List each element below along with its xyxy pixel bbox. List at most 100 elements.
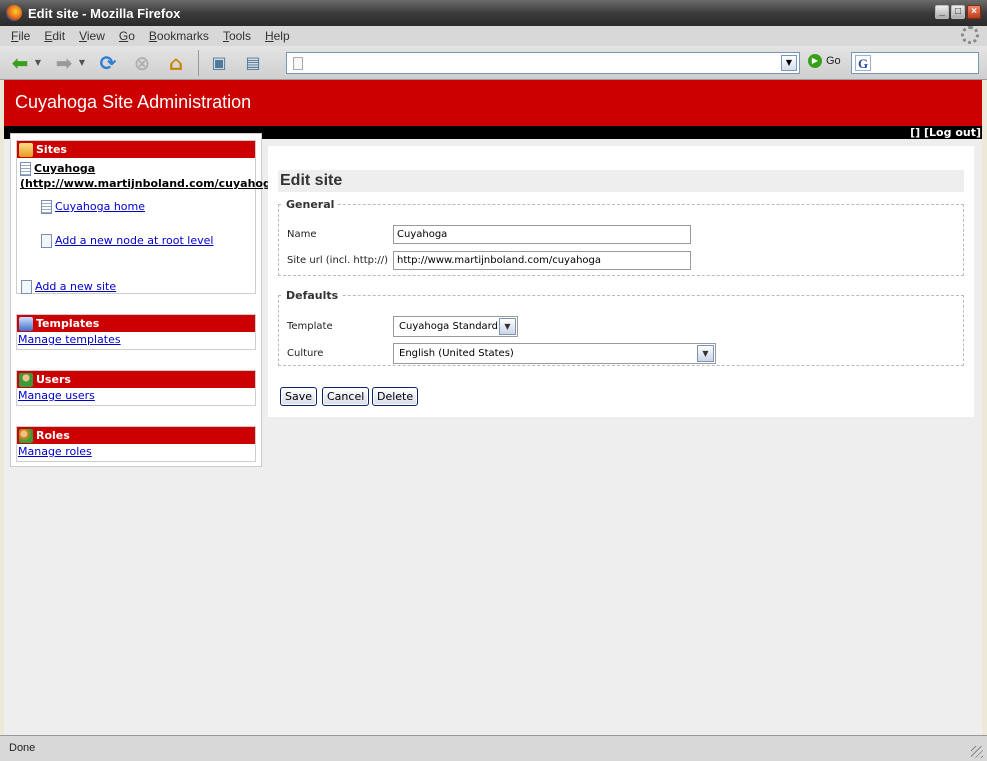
menu-bookmarks-accel: B — [148, 29, 157, 43]
template-select[interactable]: Cuyahoga Standard ▼ — [393, 316, 518, 337]
user-icon — [19, 372, 33, 387]
roles-panel: Roles Manage roles — [16, 426, 256, 462]
user-links[interactable]: [] [Log out] — [910, 126, 981, 139]
resize-grip-icon[interactable] — [971, 746, 983, 758]
templates-panel-header: Templates — [17, 315, 255, 332]
new-tab-button[interactable]: ▤ — [241, 51, 265, 75]
menu-bookmarks[interactable]: Bookmarks — [149, 29, 209, 43]
back-button[interactable]: ⬅ — [8, 51, 32, 75]
users-panel-title: Users — [36, 373, 71, 386]
page-icon — [293, 56, 303, 70]
search-box[interactable]: G — [851, 52, 979, 74]
toolbar-separator — [198, 49, 199, 76]
chevron-down-icon: ▼ — [499, 318, 516, 335]
window-controls: _ □ × — [935, 5, 981, 19]
google-search-icon[interactable]: G — [855, 55, 871, 71]
minimize-button[interactable]: _ — [935, 5, 949, 19]
page-title: Edit site — [278, 170, 964, 192]
stop-button[interactable]: ⊗ — [130, 51, 154, 75]
culture-label: Culture — [287, 348, 324, 359]
delete-button[interactable]: Delete — [372, 387, 419, 406]
go-button[interactable]: ▶ Go — [808, 54, 841, 68]
menu-tools[interactable]: Tools — [223, 29, 251, 43]
maximize-button[interactable]: □ — [951, 5, 965, 19]
url-history-dropdown[interactable]: ▼ — [781, 55, 797, 71]
sidebar: Sites Cuyahoga (http://www.martijnboland… — [10, 133, 283, 467]
site-url-field[interactable] — [393, 251, 691, 270]
templates-icon — [19, 316, 33, 331]
menu-go-accel: G — [118, 29, 129, 43]
menu-edit[interactable]: Edit — [44, 29, 65, 43]
templates-panel: Templates Manage templates — [16, 314, 256, 350]
menu-view-label: iew — [86, 29, 105, 43]
save-button[interactable]: Save — [280, 387, 318, 406]
sites-panel-header: Sites — [17, 141, 255, 158]
tree-site-node[interactable]: Cuyahoga (http://www.martijnboland.com/c… — [20, 161, 283, 191]
template-selected: Cuyahoga Standard — [399, 321, 498, 332]
menu-view-accel: V — [79, 29, 87, 43]
page-viewport: Cuyahoga Site Administration [] [Log out… — [4, 80, 985, 735]
name-field[interactable] — [393, 225, 691, 244]
document-icon — [41, 200, 52, 214]
home-node-link[interactable]: Cuyahoga home — [55, 200, 145, 213]
reload-button[interactable]: ⟳ — [96, 51, 120, 75]
go-label: Go — [826, 55, 841, 67]
menu-help-accel: H — [264, 29, 274, 43]
home-button[interactable]: ⌂ — [164, 51, 188, 75]
template-label: Template — [287, 321, 333, 332]
users-panel-body: Manage users — [17, 388, 255, 403]
new-document-icon — [41, 234, 52, 248]
throbber-icon — [961, 26, 979, 44]
sites-panel: Sites Cuyahoga (http://www.martijnboland… — [16, 140, 283, 294]
window-titlebar: Edit site - Mozilla Firefox _ □ × — [0, 0, 987, 26]
status-text: Done — [9, 742, 36, 754]
manage-roles-link[interactable]: Manage roles — [18, 445, 92, 458]
general-fieldset: General Name Site url (incl. http://) — [278, 198, 964, 276]
manage-templates-link[interactable]: Manage templates — [18, 333, 121, 346]
site-header-title: Cuyahoga Site Administration — [15, 92, 252, 112]
menu-file[interactable]: File — [11, 29, 30, 43]
add-site-link[interactable]: Add a new site — [35, 280, 116, 293]
general-legend: General — [286, 198, 335, 211]
cancel-button[interactable]: Cancel — [322, 387, 370, 406]
url-bar[interactable]: ▼ — [286, 52, 800, 74]
home-icon: ⌂ — [168, 50, 184, 75]
culture-selected: English (United States) — [399, 348, 514, 359]
manage-users-link[interactable]: Manage users — [18, 389, 95, 402]
menu-help[interactable]: Help — [265, 29, 290, 43]
culture-row: Culture English (United States) ▼ — [287, 343, 716, 364]
firefox-logo-icon — [6, 5, 22, 21]
close-button[interactable]: × — [967, 5, 981, 19]
back-history-dropdown[interactable]: ▼ — [34, 51, 42, 75]
menu-view[interactable]: View — [79, 29, 105, 43]
culture-select[interactable]: English (United States) ▼ — [393, 343, 716, 364]
roles-panel-title: Roles — [36, 429, 70, 442]
menu-help-label: elp — [273, 29, 290, 43]
menu-go[interactable]: Go — [119, 29, 135, 43]
forward-history-dropdown[interactable]: ▼ — [78, 51, 86, 75]
window-title: Edit site - Mozilla Firefox — [28, 5, 181, 21]
defaults-legend: Defaults — [286, 289, 339, 302]
arrow-left-icon: ⬅ — [11, 50, 29, 75]
arrow-right-icon: ➡ — [55, 50, 73, 75]
bookmark-add-icon: ▣ — [211, 53, 227, 72]
tree-node-home[interactable]: Cuyahoga home — [41, 200, 145, 214]
menu-edit-label: dit — [52, 29, 66, 43]
tree-node-add[interactable]: Add a new node at root level — [41, 234, 213, 248]
forward-button[interactable]: ➡ — [52, 51, 76, 75]
stop-icon: ⊗ — [133, 50, 151, 75]
sites-panel-title: Sites — [36, 143, 67, 156]
defaults-fieldset: Defaults Template Cuyahoga Standard ▼ Cu… — [278, 289, 964, 366]
menu-bookmarks-label: ookmarks — [156, 29, 209, 43]
tree-add-site[interactable]: Add a new site — [21, 280, 116, 294]
site-header: Cuyahoga Site Administration — [4, 80, 985, 126]
menu-go-label: o — [128, 29, 135, 43]
site-name-link[interactable]: Cuyahoga — [34, 162, 95, 175]
window-right-edge — [982, 80, 987, 735]
name-label: Name — [287, 229, 317, 240]
add-node-link[interactable]: Add a new node at root level — [55, 234, 213, 247]
main-content: Edit site General Name Site url (incl. h… — [268, 146, 974, 417]
site-url-link[interactable]: (http://www.martijnboland.com/cuyahoga) — [20, 177, 283, 190]
new-bookmark-button[interactable]: ▣ — [207, 51, 231, 75]
navigation-toolbar: ⬅ ▼ ➡ ▼ ⟳ ⊗ ⌂ ▣ ▤ ▼ ▶ Go G — [0, 46, 987, 80]
